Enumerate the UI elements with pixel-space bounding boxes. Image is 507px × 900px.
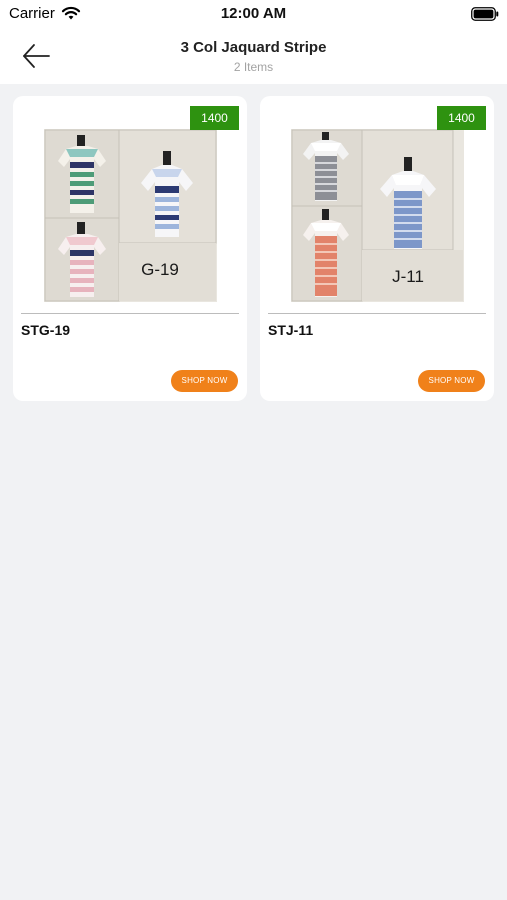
product-name[interactable]: STG-19 (21, 322, 70, 338)
divider (21, 313, 239, 314)
status-bar: Carrier 12:00 AM (0, 0, 507, 28)
product-card[interactable]: J-11 1400 STJ-11 SHOP NOW (260, 96, 494, 401)
divider (268, 313, 486, 314)
shop-now-button[interactable]: SHOP NOW (418, 370, 485, 392)
battery-icon (471, 7, 499, 21)
item-count: 2 Items (233, 60, 274, 74)
product-image[interactable]: J-11 (291, 129, 464, 302)
product-name[interactable]: STJ-11 (268, 322, 313, 338)
image-code-label: J-11 (392, 267, 424, 286)
navigation-bar: 3 Col Jaquard Stripe 2 Items (0, 28, 507, 84)
product-image[interactable]: G-19 (44, 129, 217, 302)
image-code-label: G-19 (141, 260, 179, 279)
page-title: 3 Col Jaquard Stripe (180, 39, 327, 56)
product-card[interactable]: G-19 1400 STG-19 SHOP NOW (13, 96, 247, 401)
status-time: 12:00 AM (220, 5, 287, 22)
shop-now-button[interactable]: SHOP NOW (171, 370, 238, 392)
price-badge: 1400 (190, 106, 239, 130)
price-badge: 1400 (437, 106, 486, 130)
